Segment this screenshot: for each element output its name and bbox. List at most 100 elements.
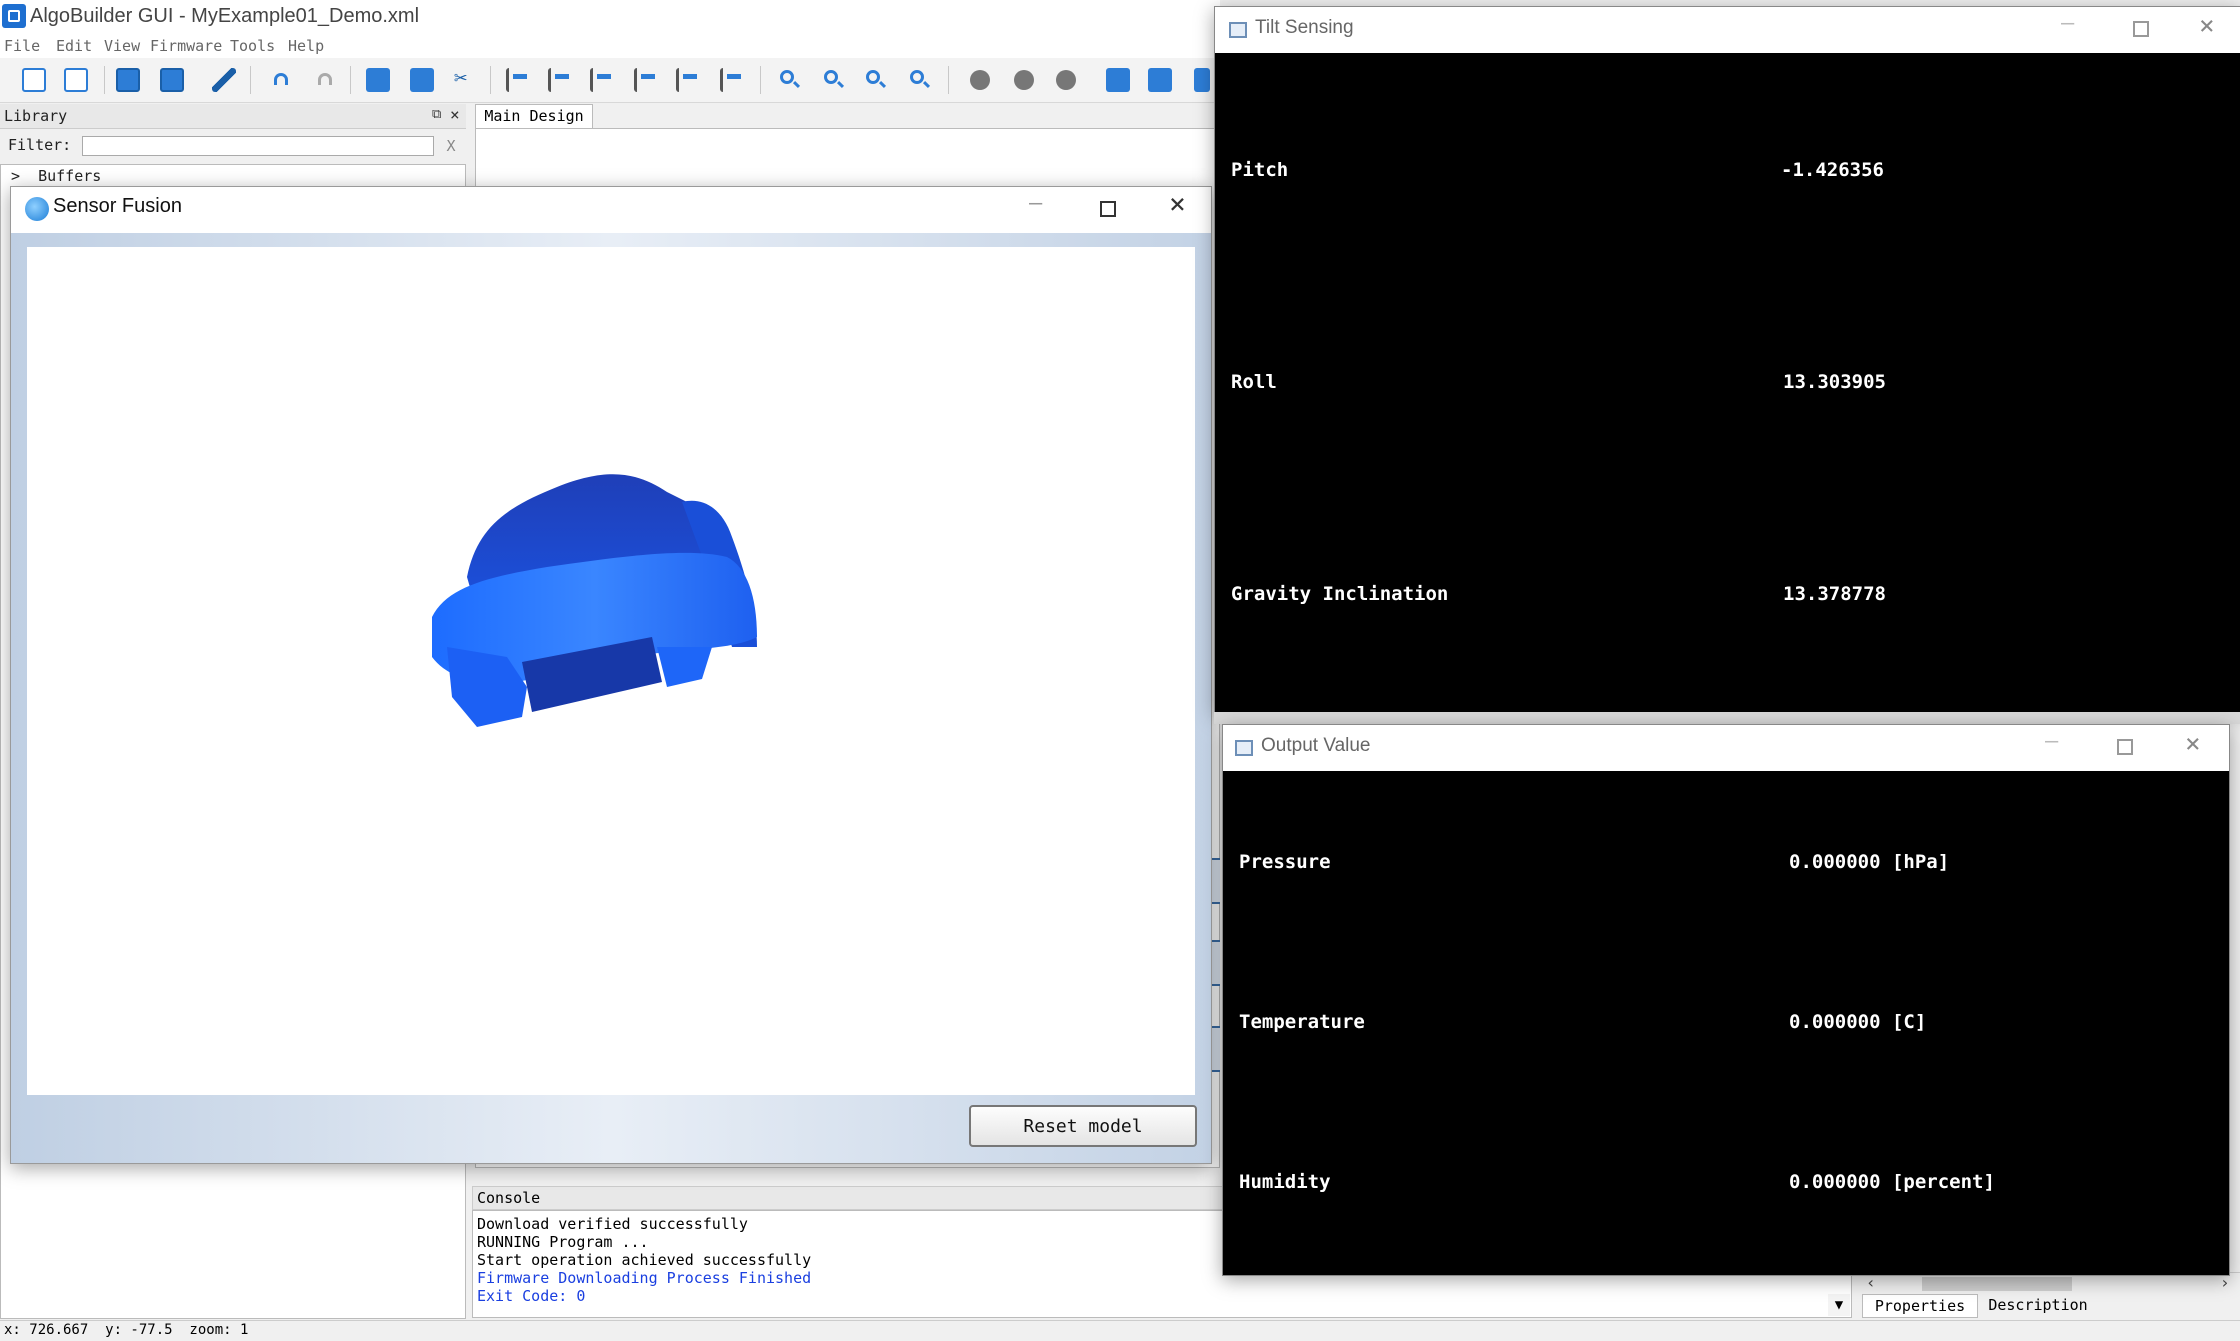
- roll-value: 13.303905: [1783, 371, 1886, 393]
- tab-properties[interactable]: Properties: [1862, 1294, 1978, 1318]
- align-right-icon[interactable]: [548, 68, 572, 92]
- menu-firmware[interactable]: Firmware: [150, 37, 222, 55]
- library-filter-input[interactable]: [82, 136, 434, 156]
- program-target-icon[interactable]: [1056, 70, 1076, 90]
- tab-main-design[interactable]: Main Design: [475, 104, 593, 128]
- layout-icon[interactable]: [1194, 68, 1210, 92]
- sensor-fusion-app-icon: [25, 197, 49, 221]
- status-coordinates: x: 726.667 y: -77.5 zoom: 1: [4, 1322, 249, 1338]
- menu-view[interactable]: View: [104, 37, 140, 55]
- build-firmware-icon[interactable]: [970, 70, 990, 90]
- align-left-icon[interactable]: [506, 68, 530, 92]
- zoom-out-icon[interactable]: [822, 68, 846, 92]
- settings-wrench-icon[interactable]: [212, 68, 236, 92]
- zoom-in-icon[interactable]: [778, 68, 802, 92]
- toolbar: [0, 58, 1220, 103]
- library-title: Library: [4, 107, 68, 125]
- maximize-icon[interactable]: [1100, 201, 1116, 217]
- output-value-window: Output Value — × Pressure 0.000000 [hPa]…: [1222, 724, 2230, 1276]
- console-line: Firmware Downloading Process Finished: [477, 1269, 812, 1287]
- humidity-value: 0.000000 [percent]: [1789, 1171, 1995, 1193]
- algobuilder-app-icon: [2, 4, 26, 28]
- toolbar-separator: [490, 66, 491, 94]
- zoom-reset-icon[interactable]: [864, 68, 888, 92]
- output-value-title: Output Value: [1261, 735, 1371, 756]
- 3d-car-model: [432, 474, 757, 727]
- reset-model-button[interactable]: Reset model: [969, 1105, 1197, 1147]
- menu-edit[interactable]: Edit: [56, 37, 92, 55]
- console-title: Console: [477, 1189, 541, 1207]
- toolbar-separator: [760, 66, 761, 94]
- console-line: Download verified successfully: [477, 1215, 748, 1233]
- minimize-icon[interactable]: —: [1029, 191, 1042, 216]
- close-icon[interactable]: ×: [2199, 11, 2215, 41]
- sensor-fusion-title: Sensor Fusion: [53, 195, 182, 217]
- gravity-inclination-value: 13.378778: [1783, 583, 1886, 605]
- humidity-label: Humidity: [1239, 1171, 1331, 1193]
- excel-export-icon[interactable]: [1106, 68, 1130, 92]
- roll-label: Roll: [1231, 371, 1277, 393]
- generate-code-icon[interactable]: [1014, 70, 1034, 90]
- minimize-icon[interactable]: —: [2061, 11, 2074, 36]
- menu-tools[interactable]: Tools: [230, 37, 275, 55]
- pressure-value: 0.000000 [hPa]: [1789, 851, 1950, 873]
- pitch-label: Pitch: [1231, 159, 1289, 181]
- close-icon[interactable]: ×: [1169, 187, 1186, 220]
- align-top-icon[interactable]: [634, 68, 658, 92]
- tab-description[interactable]: Description: [1980, 1294, 2096, 1318]
- menu-help[interactable]: Help: [288, 37, 324, 55]
- tilt-sensing-titlebar: Tilt Sensing — ×: [1215, 7, 2240, 53]
- align-center-horizontal-icon[interactable]: [720, 68, 744, 92]
- toolbar-separator: [350, 66, 351, 94]
- tilt-sensing-title: Tilt Sensing: [1255, 17, 1354, 38]
- sensor-fusion-titlebar: Sensor Fusion — ×: [11, 187, 1211, 233]
- menubar: File Edit View Firmware Tools Help: [0, 34, 1220, 58]
- toolbar-separator: [104, 66, 105, 94]
- cut-icon[interactable]: [452, 66, 476, 92]
- zoom-fit-icon[interactable]: [908, 68, 932, 92]
- new-project-icon[interactable]: [64, 68, 88, 92]
- output-value-titlebar: Output Value — ×: [1223, 725, 2229, 771]
- console-line: Exit Code: 0: [477, 1287, 586, 1305]
- close-icon[interactable]: ×: [2185, 729, 2201, 759]
- minimize-icon[interactable]: —: [2045, 729, 2058, 754]
- statusbar: x: 726.667 y: -77.5 zoom: 1: [0, 1320, 2240, 1341]
- maximize-icon[interactable]: [2133, 21, 2149, 37]
- pitch-value: -1.426356: [1781, 159, 1884, 181]
- sensor-fusion-body: Reset model: [11, 233, 1211, 1163]
- close-panel-icon[interactable]: ×: [450, 105, 460, 124]
- align-bottom-icon[interactable]: [676, 68, 700, 92]
- filter-label: Filter:: [8, 136, 72, 154]
- 3d-viewport[interactable]: [27, 247, 1195, 1095]
- menu-file[interactable]: File: [4, 37, 40, 55]
- paste-icon[interactable]: [410, 68, 434, 92]
- redo-icon[interactable]: [314, 68, 338, 92]
- align-center-vertical-icon[interactable]: [590, 68, 614, 92]
- gravity-inclination-label: Gravity Inclination: [1231, 583, 1449, 605]
- save-icon[interactable]: [116, 68, 140, 92]
- pressure-label: Pressure: [1239, 851, 1331, 873]
- background-strip: [1214, 712, 2240, 724]
- toolbar-separator: [250, 66, 251, 94]
- c-code-icon[interactable]: [1148, 68, 1172, 92]
- scrollbar-thumb[interactable]: [1922, 1277, 2072, 1291]
- window-title: AlgoBuilder GUI - MyExample01_Demo.xml: [30, 5, 420, 27]
- console-line: RUNNING Program ...: [477, 1233, 649, 1251]
- float-panel-icon[interactable]: ⧉: [432, 107, 441, 122]
- tilt-sensing-app-icon: [1229, 22, 1247, 38]
- main-titlebar: AlgoBuilder GUI - MyExample01_Demo.xml: [0, 0, 1220, 34]
- undo-icon[interactable]: [270, 68, 294, 92]
- tilt-sensing-window: Tilt Sensing — × Pitch -1.426356 Roll 13…: [1214, 6, 2240, 714]
- copy-icon[interactable]: [366, 68, 390, 92]
- console-scroll-down-icon[interactable]: ▼: [1828, 1294, 1850, 1316]
- library-panel-header: Library ⧉ ×: [0, 104, 466, 129]
- new-file-icon[interactable]: [22, 68, 46, 92]
- console-line: Start operation achieved successfully: [477, 1251, 812, 1269]
- filter-clear-button[interactable]: X: [440, 134, 462, 158]
- sensor-fusion-window: Sensor Fusion — × Reset model: [10, 186, 1212, 1164]
- save-as-icon[interactable]: [160, 68, 184, 92]
- output-value-app-icon: [1235, 740, 1253, 756]
- temperature-label: Temperature: [1239, 1011, 1365, 1033]
- tree-item-buffers[interactable]: > Buffers: [11, 167, 101, 185]
- maximize-icon[interactable]: [2117, 739, 2133, 755]
